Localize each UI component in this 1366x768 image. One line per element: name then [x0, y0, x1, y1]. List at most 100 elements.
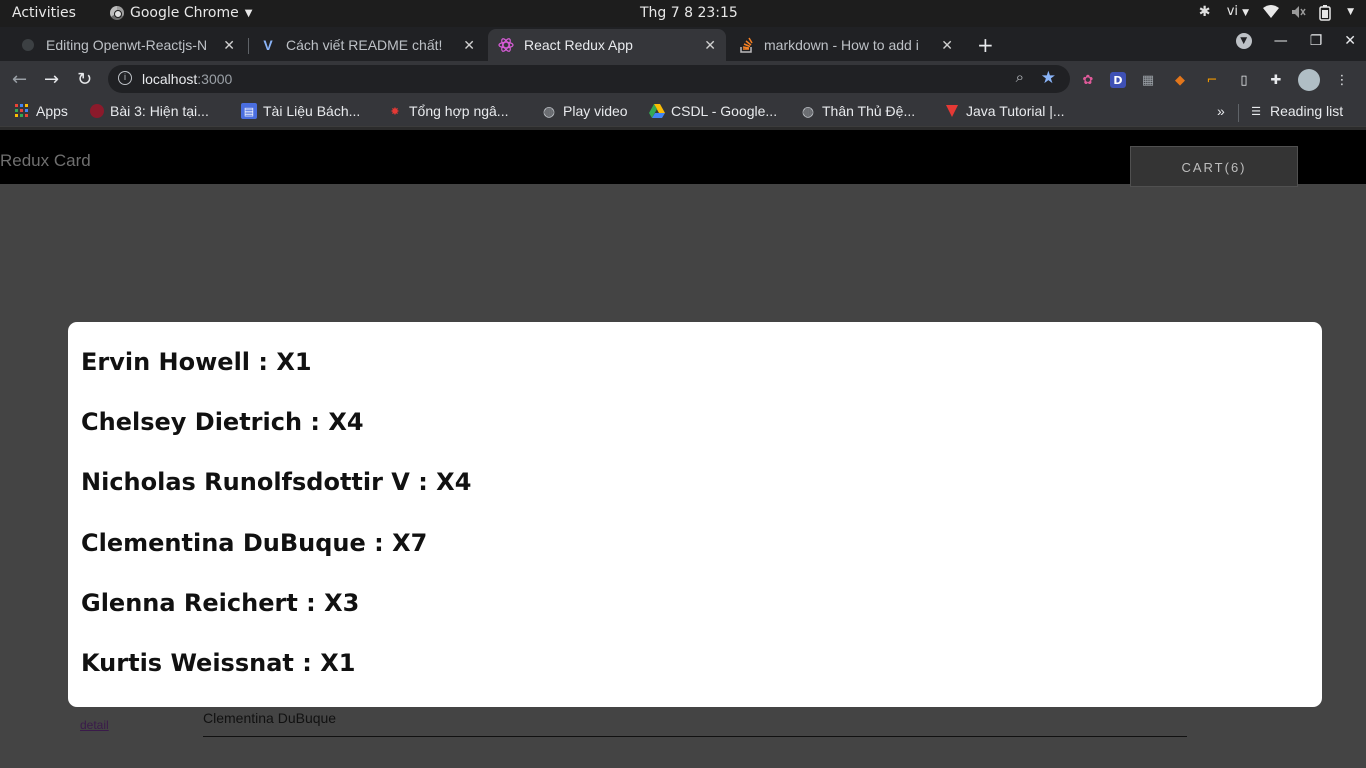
- chrome-icon: [110, 6, 124, 20]
- activities-button[interactable]: Activities: [12, 5, 76, 21]
- clock[interactable]: Thg 7 8 23:15: [640, 5, 738, 21]
- bookmark-label: Tài Liệu Bách...: [263, 103, 361, 119]
- minimize-button[interactable]: —: [1274, 33, 1288, 49]
- chevron-down-icon: ▼: [244, 7, 253, 19]
- bookmark-label: Tổng hợp ngâ...: [409, 103, 509, 119]
- app-brand[interactable]: Redux Card: [0, 151, 91, 171]
- reading-list-label: Reading list: [1270, 103, 1344, 119]
- bookmark-apps[interactable]: Apps: [14, 103, 68, 119]
- profile-avatar[interactable]: [1298, 69, 1320, 91]
- reload-button[interactable]: ↻: [77, 69, 92, 90]
- bookmarks-overflow-button[interactable]: »: [1217, 103, 1225, 119]
- volume-icon: [1291, 5, 1306, 19]
- close-icon[interactable]: ✕: [223, 37, 235, 54]
- bookmark-play-video[interactable]: ◍ Play video: [541, 102, 628, 120]
- cart-item: Chelsey Dietrich : X4: [81, 408, 364, 437]
- stackoverflow-icon: [738, 37, 754, 53]
- cart-button[interactable]: CART(6): [1130, 146, 1298, 187]
- d-extension-icon[interactable]: D: [1110, 72, 1126, 88]
- name-underline: [203, 736, 1187, 737]
- more-menu-icon[interactable]: ⋮: [1332, 70, 1352, 90]
- lotus-extension-icon[interactable]: ✿: [1078, 70, 1098, 90]
- reading-list-icon: ☰: [1251, 105, 1261, 118]
- power-menu-chevron-icon[interactable]: ▼: [1347, 7, 1354, 17]
- address-bar[interactable]: i localhost:3000 ⌕ ★: [108, 65, 1070, 93]
- back-button[interactable]: ←: [12, 69, 27, 90]
- docs-icon: ▤: [241, 103, 257, 119]
- slack-icon[interactable]: ✱: [1199, 5, 1213, 19]
- extensions-area: ✿ D ▦ ◆ ⌐ ▯ ✚ ⋮: [1078, 69, 1352, 91]
- system-top-bar: Activities Google Chrome ▼ Thg 7 8 23:15…: [0, 0, 1366, 27]
- cart-item: Kurtis Weissnat : X1: [81, 648, 356, 677]
- phone-extension-icon[interactable]: ▯: [1234, 70, 1254, 90]
- tab-title: React Redux App: [524, 37, 633, 53]
- globe-icon: ◍: [542, 102, 556, 119]
- bookmarks-bar: Apps Bài 3: Hiện tại... ▤ Tài Liệu Bách.…: [0, 97, 1366, 127]
- system-tray[interactable]: ✱ vi ▼ ▼: [1199, 4, 1354, 21]
- site-icon: [944, 103, 960, 119]
- bookmark-bai-3[interactable]: Bài 3: Hiện tại...: [90, 103, 209, 119]
- react-icon: [498, 37, 514, 53]
- cart-modal: Ervin Howell : X1 Chelsey Dietrich : X4 …: [68, 322, 1322, 707]
- wifi-icon: [1263, 4, 1280, 19]
- battery-icon: [1319, 4, 1333, 21]
- github-icon: [20, 37, 36, 53]
- reading-list-button[interactable]: ☰ Reading list: [1248, 103, 1343, 119]
- url-text[interactable]: localhost:3000: [142, 71, 232, 87]
- cart-item-list: Ervin Howell : X1 Chelsey Dietrich : X4 …: [81, 348, 471, 709]
- close-icon[interactable]: ✕: [463, 37, 475, 54]
- cart-item: Nicholas Runolfsdottir V : X4: [81, 468, 472, 497]
- site-icon: [90, 104, 104, 118]
- globe-icon: ◍: [801, 102, 815, 119]
- bookmark-than-thu[interactable]: ◍ Thân Thủ Đệ...: [800, 102, 916, 120]
- detail-link[interactable]: detail: [80, 718, 109, 732]
- site-info-icon[interactable]: i: [118, 71, 132, 85]
- app-header: Redux Card CART(6): [0, 130, 1366, 187]
- new-tab-button[interactable]: +: [977, 33, 994, 57]
- tab-divider: [248, 38, 249, 54]
- tab-markdown[interactable]: markdown - How to add i ✕: [728, 29, 963, 61]
- forward-button[interactable]: →: [44, 69, 59, 90]
- bookmark-tai-lieu[interactable]: ▤ Tài Liệu Bách...: [241, 103, 360, 119]
- window-controls: ▼ — ❐ ✕: [1235, 33, 1356, 49]
- app-menu[interactable]: Google Chrome ▼: [110, 5, 252, 21]
- bookmark-tong-hop[interactable]: ✸ Tổng hợp ngâ...: [387, 103, 508, 119]
- browser-toolbar: ← → ↻ i localhost:3000 ⌕ ★ ✿ D ▦ ◆ ⌐ ▯ ✚…: [0, 61, 1366, 97]
- tab-title: Cách viết README chất!: [286, 37, 443, 53]
- viblo-icon: V: [263, 37, 273, 53]
- maximize-button[interactable]: ❐: [1310, 33, 1323, 49]
- close-window-button[interactable]: ✕: [1344, 33, 1356, 49]
- bookmark-label: CSDL - Google...: [671, 103, 778, 119]
- zoom-icon[interactable]: ⌕: [1016, 69, 1024, 86]
- bookmark-label: Apps: [36, 103, 68, 119]
- metamask-extension-icon[interactable]: ◆: [1170, 70, 1190, 90]
- tab-react-redux-app[interactable]: React Redux App ✕: [488, 29, 726, 61]
- language-indicator[interactable]: vi ▼: [1227, 4, 1249, 19]
- app-name: Google Chrome: [130, 5, 239, 21]
- cart-item: Glenna Reichert : X3: [81, 588, 360, 617]
- page-viewport: Redux Card CART(6) detail Clementina DuB…: [0, 130, 1366, 768]
- user-name: Clementina DuBuque: [203, 710, 337, 726]
- orange-extension-icon[interactable]: ⌐: [1202, 70, 1222, 90]
- close-icon[interactable]: ✕: [704, 37, 716, 54]
- tab-readme[interactable]: V Cách viết README chất! ✕: [250, 29, 485, 61]
- bookmark-java-tutorial[interactable]: Java Tutorial |...: [944, 103, 1065, 119]
- tab-editing-openwt[interactable]: Editing Openwt-Reactjs-N ✕: [10, 29, 245, 61]
- tab-search-icon[interactable]: ▼: [1235, 33, 1252, 49]
- cart-item: Clementina DuBuque : X7: [81, 528, 428, 557]
- tab-strip: Editing Openwt-Reactjs-N ✕ V Cách viết R…: [0, 27, 1366, 61]
- grid-extension-icon[interactable]: ▦: [1138, 70, 1158, 90]
- site-icon: ✸: [390, 105, 400, 118]
- cart-item: Ervin Howell : X1: [81, 348, 312, 376]
- bookmarks-divider: [1238, 104, 1239, 122]
- close-icon[interactable]: ✕: [941, 37, 953, 54]
- bookmark-csdl[interactable]: CSDL - Google...: [649, 103, 777, 119]
- bookmark-label: Play video: [563, 103, 628, 119]
- drive-icon: [649, 103, 665, 119]
- puzzle-extensions-icon[interactable]: ✚: [1266, 70, 1286, 90]
- bookmark-label: Java Tutorial |...: [966, 103, 1065, 119]
- tab-title: markdown - How to add i: [764, 37, 919, 53]
- bookmark-star-icon[interactable]: ★: [1041, 68, 1056, 88]
- bookmark-label: Thân Thủ Đệ...: [822, 103, 916, 119]
- bookmark-label: Bài 3: Hiện tại...: [110, 103, 209, 119]
